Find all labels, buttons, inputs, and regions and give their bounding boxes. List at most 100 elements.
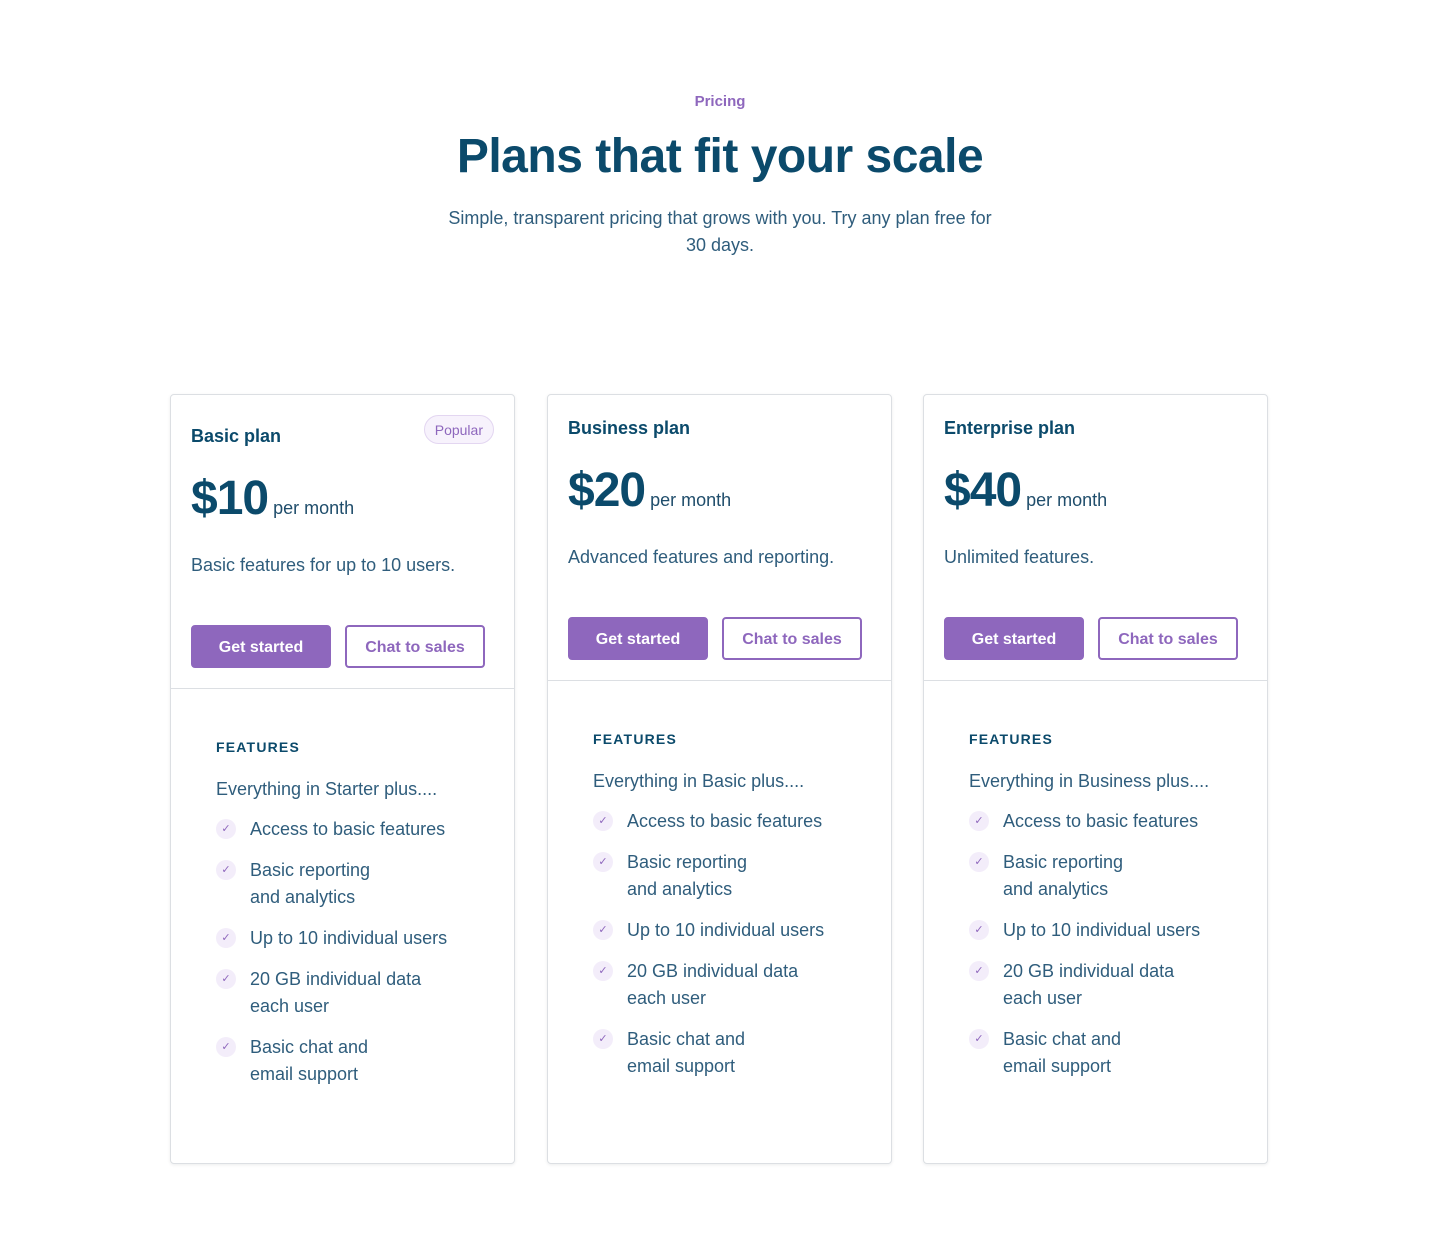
feature-text: Basic reporting and analytics	[250, 857, 370, 911]
feature-item: ✓ Access to basic features	[216, 819, 494, 843]
features-heading: FEATURES	[593, 731, 678, 747]
feature-item: ✓ Basic reporting and analytics	[216, 860, 494, 911]
check-icon: ✓	[593, 811, 613, 831]
plan-description: Advanced features and reporting.	[568, 547, 835, 567]
check-icon: ✓	[969, 811, 989, 831]
features-intro: Everything in Basic plus....	[593, 771, 805, 791]
feature-item: ✓ 20 GB individual data each user	[969, 961, 1247, 1012]
feature-text: Basic chat and email support	[250, 1034, 368, 1088]
pricing-card: Basic plan Popular $10 per month Basic featu…	[170, 394, 515, 1164]
feature-item: ✓ Access to basic features	[593, 811, 871, 835]
feature-line: Access to basic features	[1003, 811, 1199, 831]
feature-item: ✓ 20 GB individual data each user	[593, 961, 871, 1012]
feature-text: Basic reporting and analytics	[627, 849, 747, 903]
feature-line: each user	[627, 988, 707, 1008]
features-heading: FEATURES	[969, 731, 1054, 747]
page-subtitle: Simple, transparent pricing that grows w…	[448, 208, 992, 255]
pricing-card: Business plan $20 per month Advanced featur…	[547, 394, 892, 1164]
check-icon: ✓	[593, 1029, 613, 1049]
price-period: per month	[1026, 490, 1108, 510]
feature-item: ✓ Up to 10 individual users	[593, 920, 871, 944]
plan-name: Business plan	[568, 418, 691, 438]
features-section: FEATURES Everything in Basic plus.... ✓ Acc…	[593, 731, 871, 1100]
feature-line: Up to 10 individual users	[1003, 920, 1201, 940]
price-row: $20 per month	[568, 463, 731, 518]
feature-item: ✓ 20 GB individual data each user	[216, 969, 494, 1020]
feature-item: ✓ Basic chat and email support	[969, 1029, 1247, 1080]
feature-line: and analytics	[1003, 879, 1109, 899]
check-icon: ✓	[216, 928, 236, 948]
plan-price: $40	[944, 464, 1022, 517]
feature-line: and analytics	[627, 879, 733, 899]
get-started-button[interactable]: Get started	[568, 617, 708, 660]
feature-text: Up to 10 individual users	[250, 925, 447, 952]
feature-text: Access to basic features	[250, 816, 445, 843]
card-header: Business plan $20 per month Advanced featur…	[548, 395, 891, 681]
check-icon: ✓	[969, 961, 989, 981]
features-section: FEATURES Everything in Starter plus.... ✓ A…	[216, 739, 494, 1108]
plan-name: Basic plan	[191, 426, 282, 446]
chat-to-sales-button[interactable]: Chat to sales	[1098, 617, 1238, 660]
card-header: Basic plan Popular $10 per month Basic featu…	[171, 395, 514, 689]
plan-description: Unlimited features.	[944, 547, 1095, 567]
feature-text: Access to basic features	[1003, 808, 1198, 835]
feature-line: Up to 10 individual users	[250, 928, 448, 948]
feature-line: and analytics	[250, 887, 356, 907]
check-icon: ✓	[969, 852, 989, 872]
plan-price: $20	[568, 464, 646, 517]
plan-name: Enterprise plan	[944, 418, 1076, 438]
feature-item: ✓ Up to 10 individual users	[216, 928, 494, 952]
feature-line: Basic reporting	[250, 860, 371, 880]
features-section: FEATURES Everything in Business plus.... ✓…	[969, 731, 1247, 1100]
feature-line: Basic chat and	[1003, 1029, 1122, 1049]
get-started-button[interactable]: Get started	[191, 625, 331, 668]
feature-list: ✓ Access to basic features ✓ Basic reportin…	[593, 811, 871, 1080]
feature-item: ✓ Basic chat and email support	[216, 1037, 494, 1088]
check-icon: ✓	[593, 852, 613, 872]
feature-line: Up to 10 individual users	[627, 920, 825, 940]
features-intro: Everything in Business plus....	[969, 771, 1210, 791]
feature-text: Access to basic features	[627, 808, 822, 835]
check-icon: ✓	[216, 819, 236, 839]
feature-text: Up to 10 individual users	[1003, 917, 1200, 944]
feature-line: each user	[250, 996, 330, 1016]
feature-item: ✓ Up to 10 individual users	[969, 920, 1247, 944]
feature-text: 20 GB individual data each user	[1003, 958, 1174, 1012]
price-row: $10 per month	[191, 471, 354, 526]
plan-description: Basic features for up to 10 users.	[191, 555, 456, 575]
chat-to-sales-button[interactable]: Chat to sales	[722, 617, 862, 660]
feature-text: 20 GB individual data each user	[250, 966, 421, 1020]
feature-line: Basic reporting	[1003, 852, 1124, 872]
feature-item: ✓ Basic reporting and analytics	[593, 852, 871, 903]
plan-price: $10	[191, 472, 269, 525]
check-icon: ✓	[969, 1029, 989, 1049]
features-intro: Everything in Starter plus....	[216, 779, 438, 799]
check-icon: ✓	[593, 920, 613, 940]
feature-text: Up to 10 individual users	[627, 917, 824, 944]
feature-list: ✓ Access to basic features ✓ Basic reportin…	[969, 811, 1247, 1080]
check-icon: ✓	[216, 969, 236, 989]
feature-line: 20 GB individual data	[1003, 961, 1175, 981]
pricing-card: Enterprise plan $40 per month Unlimited fea…	[923, 394, 1268, 1164]
check-icon: ✓	[969, 920, 989, 940]
price-row: $40 per month	[944, 463, 1107, 518]
feature-line: Access to basic features	[627, 811, 823, 831]
feature-line: each user	[1003, 988, 1083, 1008]
feature-line: 20 GB individual data	[250, 969, 422, 989]
check-icon: ✓	[216, 860, 236, 880]
feature-text: Basic reporting and analytics	[1003, 849, 1123, 903]
feature-line: Basic chat and	[250, 1037, 369, 1057]
feature-item: ✓ Basic chat and email support	[593, 1029, 871, 1080]
features-heading: FEATURES	[216, 739, 301, 755]
card-header: Enterprise plan $40 per month Unlimited fea…	[924, 395, 1267, 681]
feature-list: ✓ Access to basic features ✓ Basic reportin…	[216, 819, 494, 1088]
feature-line: email support	[627, 1056, 736, 1076]
feature-item: ✓ Access to basic features	[969, 811, 1247, 835]
get-started-button[interactable]: Get started	[944, 617, 1084, 660]
feature-text: Basic chat and email support	[627, 1026, 745, 1080]
page-title: Plans that fit your scale	[456, 130, 984, 183]
popular-badge: Popular	[423, 415, 494, 444]
check-icon: ✓	[593, 961, 613, 981]
price-period: per month	[650, 490, 732, 510]
chat-to-sales-button[interactable]: Chat to sales	[345, 625, 485, 668]
